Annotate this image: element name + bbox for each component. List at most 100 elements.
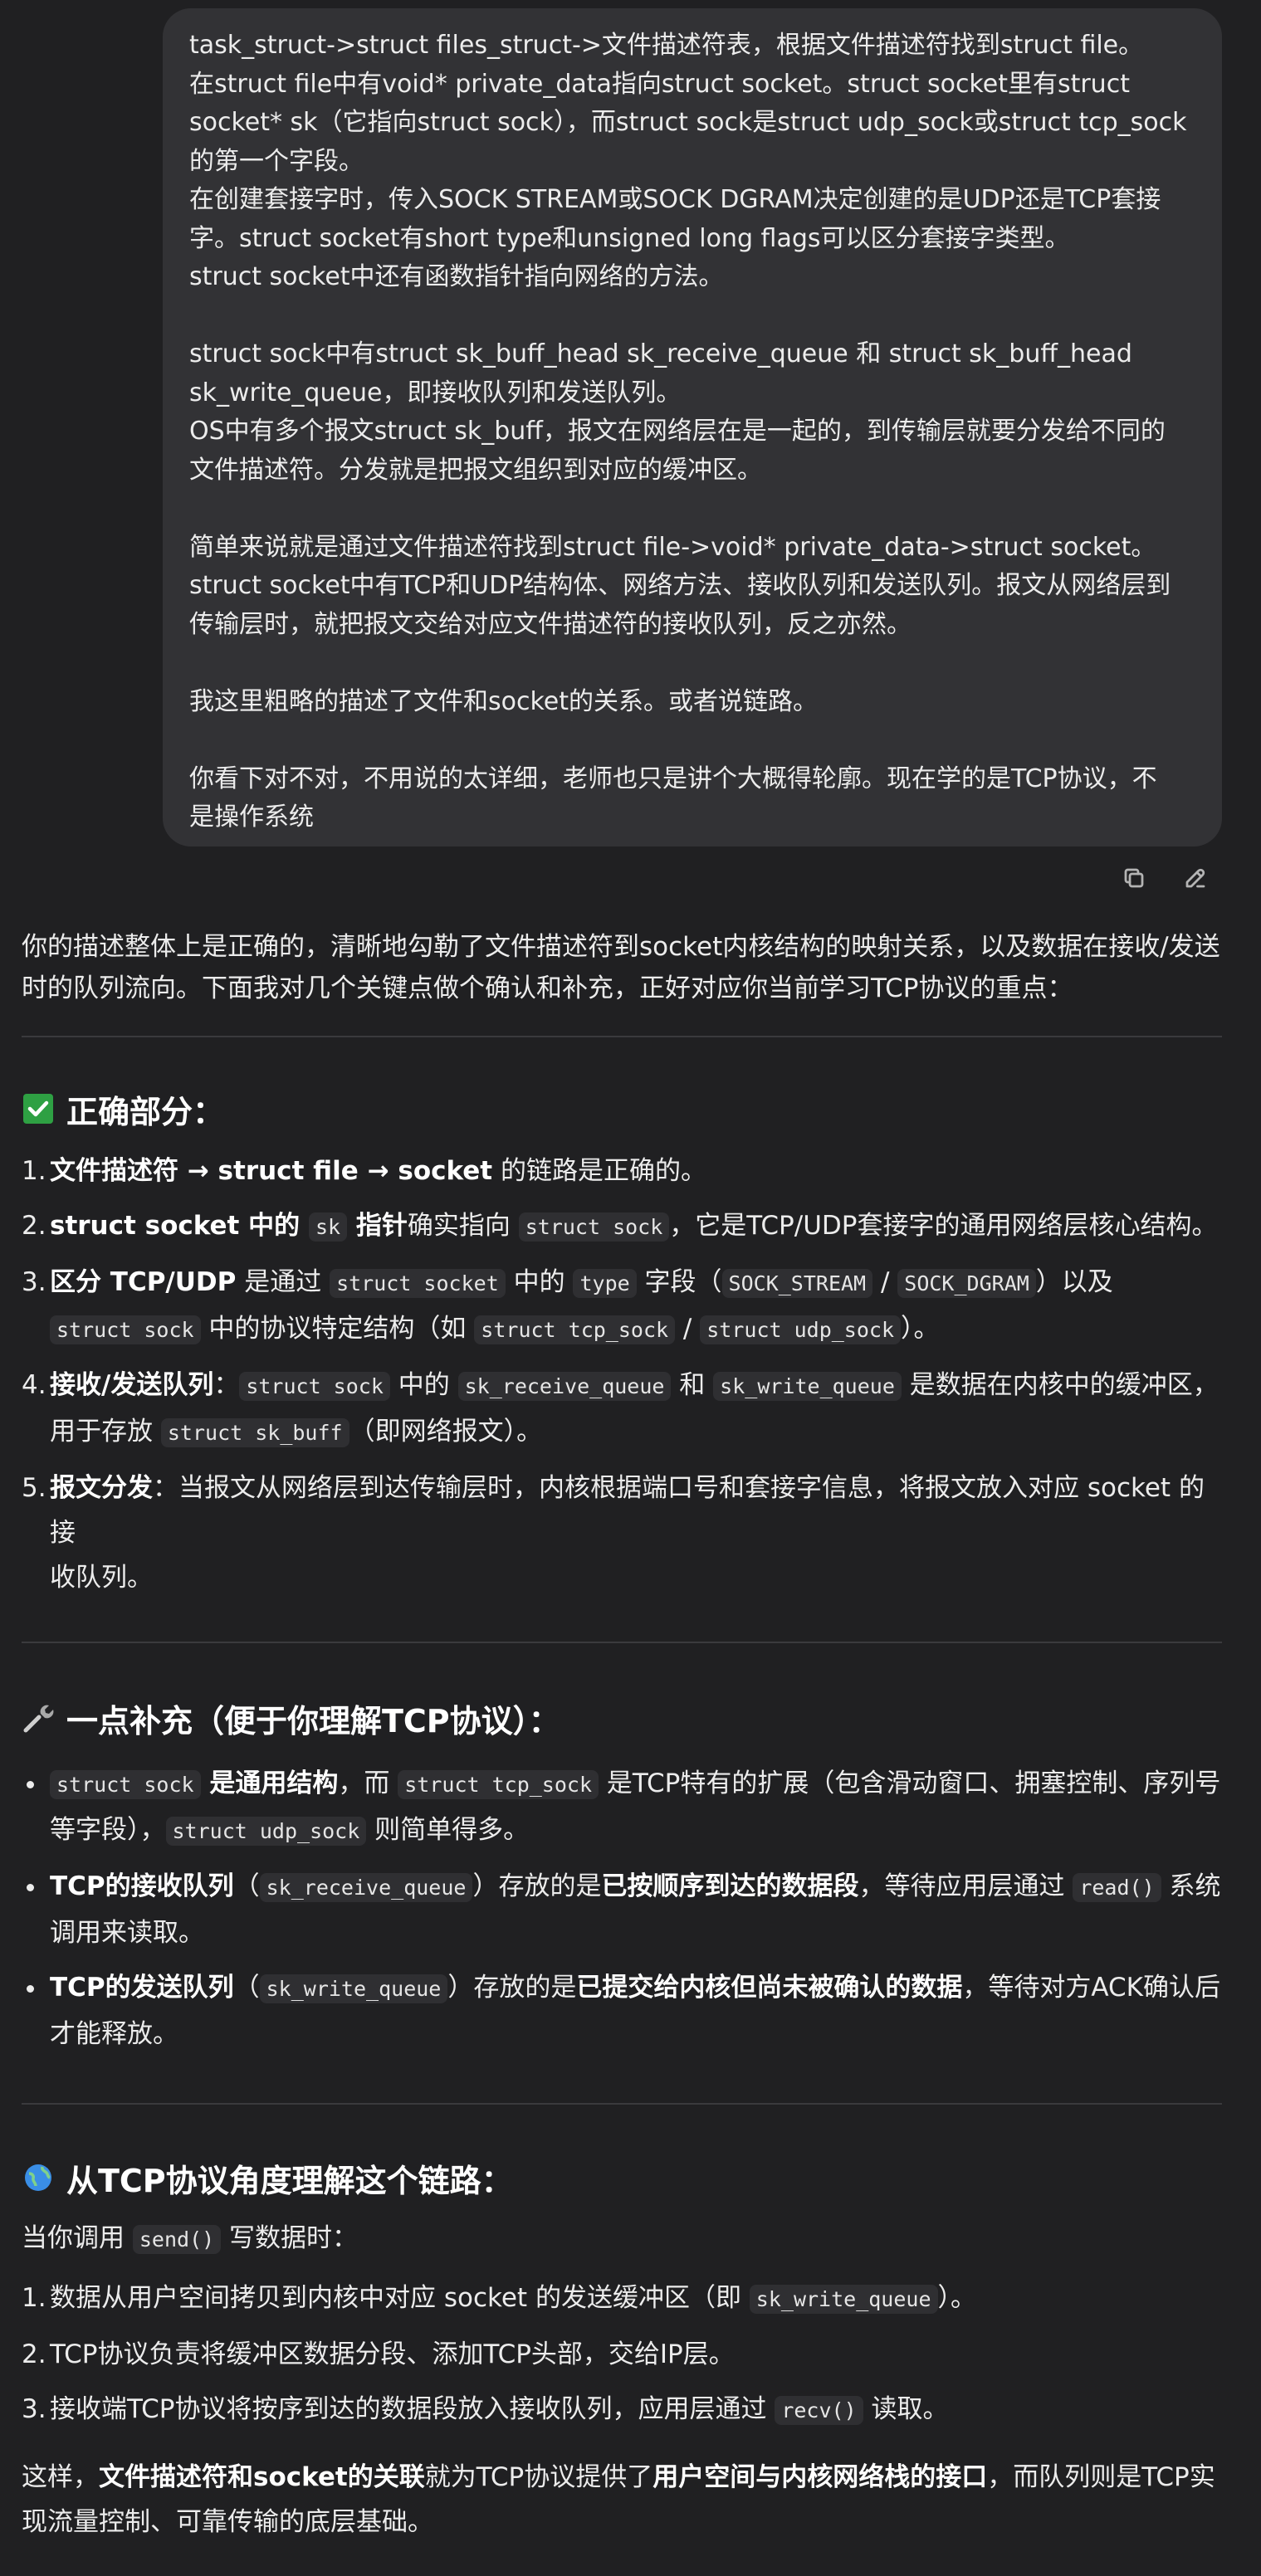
text-span: （ [233, 1871, 260, 1901]
text-span: ，而队列则是TCP实 [987, 2462, 1215, 2492]
bold-text: 用户空间与内核网络栈的接口 [652, 2462, 988, 2492]
message-line: 字。struct socket有short type和unsigned long… [189, 223, 1070, 253]
text-span: ，而 [338, 1769, 398, 1798]
assistant-response: 你的描述整体上是正确的，清晰地勾勒了文件描述符到socket内核结构的映射关系，… [22, 926, 1222, 2544]
text-span: 正确部分： [66, 1093, 225, 1130]
message-line: task_struct->struct files_struct->文件描述符表… [189, 31, 1144, 60]
bold-text: struct socket 中的 [50, 1211, 309, 1241]
list-item: TCP的接收队列（ sk_receive_queue ）存放的是已按顺序到达的数据段… [22, 1864, 1222, 1955]
tcp-steps-list: 1. 数据从用户空间拷贝到内核中对应 socket 的发送缓冲区（即 sk_wr… [22, 2276, 1222, 2433]
message-line: sk_write_queue，即接收队列和发送队列。 [189, 378, 682, 407]
inline-code: struct sk_buff [160, 1418, 349, 1447]
text-span: ）。 [937, 2283, 977, 2313]
message-line: struct socket中还有函数指针指向网络的方法。 [189, 262, 724, 291]
message-line: struct sock中有struct sk_buff_head sk_rece… [189, 339, 1132, 368]
list-item: 3. 区分 TCP/UDP 是通过 struct socket 中的 type … [22, 1260, 1222, 1353]
supplement-list: struct sock 是通用结构，而 struct tcp_sock 是TCP… [22, 1761, 1222, 2056]
text-span: 读取。 [863, 2394, 949, 2424]
inline-code: struct tcp_sock [474, 1315, 676, 1344]
inline-code: struct udp_sock [165, 1817, 367, 1846]
text-span: 中的 [389, 1370, 458, 1400]
copy-icon [1124, 868, 1144, 888]
bold-text: TCP的接收队列 [50, 1871, 234, 1901]
message-line: 我这里粗略的描述了文件和socket的关系。或者说链路。 [189, 686, 819, 716]
text-span: 当你调用 [22, 2223, 133, 2253]
inline-code: struct sock [518, 1212, 670, 1242]
text-span: （ [233, 1973, 260, 2003]
edit-icon [1185, 868, 1205, 888]
divider [22, 1036, 1222, 1037]
inline-code: struct tcp_sock [398, 1770, 599, 1799]
inline-code: sk_write_queue [259, 1974, 448, 2003]
text-span: ）存放的是 [447, 1973, 577, 2003]
inline-code: sk_receive_queue [457, 1372, 672, 1401]
bullet [27, 1884, 34, 1891]
bold-text: 已按顺序到达的数据段 [601, 1871, 859, 1901]
text-span: 用于存放 [50, 1417, 161, 1447]
copy-button[interactable] [1119, 863, 1149, 893]
bold-text: 指针 [347, 1211, 408, 1241]
wrench-icon [22, 1701, 55, 1734]
text-span: / [675, 1314, 701, 1344]
text-span: （即网络报文）。 [349, 1417, 543, 1447]
list-item: 1. 文件描述符 → struct file → socket 的链路是正确的。 [22, 1149, 1222, 1193]
text-span: 确实指向 [407, 1211, 519, 1241]
text-span: 接收端TCP协议将按序到达的数据段放入接收队列，应用层通过 [50, 2394, 775, 2424]
bullet [27, 1985, 34, 1993]
inline-code: struct udp_sock [700, 1315, 902, 1344]
text-span: 写数据时： [221, 2223, 359, 2253]
send-lead-paragraph: 当你调用 send() 写数据时： [22, 2217, 1222, 2261]
correct-points-list: 1. 文件描述符 → struct file → socket 的链路是正确的。… [22, 1149, 1222, 1600]
section-title-supplement: 一点补充（便于你理解TCP协议）： [22, 1695, 1222, 1741]
bold-text: 已提交给内核但尚未被确认的数据 [576, 1973, 963, 2003]
text-span: 系统 [1161, 1871, 1221, 1901]
inline-code: type [573, 1269, 637, 1298]
inline-code: struct sock [50, 1770, 201, 1799]
bold-text: 文件描述符和socket的关联 [99, 2462, 425, 2492]
message-line: 在struct file中有void* private_data指向struct… [189, 69, 1130, 99]
text-span: 等字段）， [50, 1815, 166, 1845]
chat-page: task_struct->struct files_struct->文件描述符表… [0, 0, 1261, 2576]
text-span: 则简单得多。 [366, 1815, 530, 1845]
inline-code: struct sock [50, 1315, 201, 1344]
text-span: 3. [22, 2394, 46, 2424]
text-span: 一点补充（便于你理解TCP协议）： [66, 1702, 560, 1739]
message-line: 你看下对不对，不用说的太详细，老师也只是讲个大概得轮廓。现在学的是TCP协议，不 [189, 764, 1157, 793]
text-span: 3. [22, 1267, 46, 1297]
bold-text: 接收/发送队列 [50, 1370, 214, 1400]
bullet [27, 1781, 34, 1788]
text-span: 的链路是正确的。 [492, 1156, 706, 1186]
list-item: struct sock 是通用结构，而 struct tcp_sock 是TCP… [22, 1761, 1222, 1854]
message-line: struct socket中有TCP和UDP结构体、网络方法、接收队列和发送队列… [189, 571, 1171, 600]
inline-code: SOCK_DGRAM [897, 1269, 1036, 1298]
text-span: 和 [671, 1370, 714, 1400]
inline-code: sk_write_queue [713, 1372, 902, 1401]
edit-button[interactable] [1180, 863, 1210, 893]
text-span: 是TCP特有的扩展（包含滑动窗口、拥塞控制、序列号 [599, 1769, 1221, 1798]
text-span: ）。 [901, 1314, 940, 1344]
text-span: 收队列。 [50, 1563, 153, 1593]
inline-code: read() [1073, 1873, 1161, 1902]
divider [22, 2103, 1222, 2105]
text-span: 才能释放。 [50, 2019, 178, 2049]
check-mark-icon [22, 1092, 55, 1125]
message-line: socket* sk（它指向struct sock），而struct sock是… [189, 108, 1187, 137]
message-line: 是操作系统 [189, 803, 314, 832]
inline-code: struct sock [239, 1372, 390, 1401]
list-item: 1. 数据从用户空间拷贝到内核中对应 socket 的发送缓冲区（即 sk_wr… [22, 2276, 1222, 2322]
message-line: 在创建套接字时，传入SOCK STREAM或SOCK DGRAM决定创建的是UD… [189, 185, 1161, 214]
text-span: 时的队列流向。下面我对几个关键点做个确认和补充，正好对应你当前学习TCP协议的重… [22, 973, 1073, 1003]
text-span: 是通过 [236, 1267, 330, 1297]
text-span: 1. [22, 1156, 46, 1186]
text-span: 从TCP协议角度理解这个链路： [66, 2162, 513, 2199]
text-span: 中的协议特定结构（如 [200, 1314, 475, 1344]
bold-text: 是通用结构 [200, 1769, 339, 1798]
text-span: 现流量控制、可靠传输的底层基础。 [22, 2507, 433, 2537]
section-title-correct: 正确部分： [22, 1086, 1222, 1132]
text-span: ，等待应用层通过 [858, 1871, 1073, 1901]
text-span: 1. [22, 2283, 46, 2313]
